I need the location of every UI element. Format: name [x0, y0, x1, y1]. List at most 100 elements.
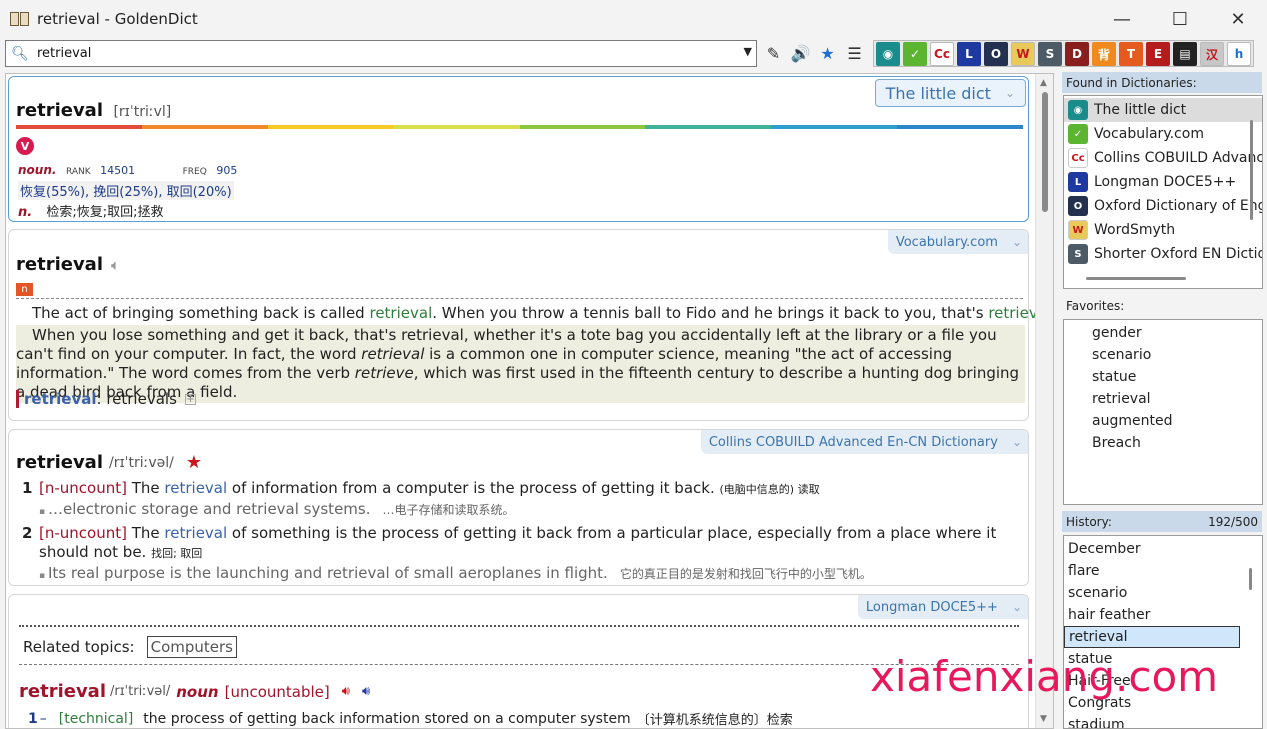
- cn-gloss: 找回; 取回: [151, 547, 203, 560]
- chevron-down-icon: ⌄: [1011, 235, 1022, 249]
- field-label: [technical]: [58, 710, 134, 727]
- favorite-item[interactable]: retrieval: [1064, 388, 1262, 410]
- minimize-button[interactable]: —: [1093, 0, 1151, 38]
- dictionary-icon: ✓: [1068, 124, 1088, 144]
- speaker-uk-icon[interactable]: 🔊︎: [342, 684, 350, 699]
- definition: the process of getting back information …: [143, 710, 631, 727]
- grammar-label: [uncountable]: [224, 682, 330, 701]
- speaker-us-icon[interactable]: 🔊︎: [362, 684, 370, 699]
- dictionary-icon[interactable]: h: [1227, 42, 1251, 66]
- article-scrollbar[interactable]: ▲ ▼: [1035, 74, 1053, 728]
- title-bar: retrieval - GoldenDict — ☐ ✕: [0, 0, 1267, 38]
- found-hscrollbar[interactable]: [1086, 277, 1186, 280]
- found-dictionary-item[interactable]: ✓ Vocabulary.com: [1064, 122, 1262, 146]
- cn-definition: 检索;恢复;取回;拯救: [46, 205, 164, 220]
- history-scrollbar[interactable]: [1249, 568, 1252, 590]
- scroll-down-icon[interactable]: ▼: [1040, 714, 1047, 724]
- chevron-down-icon[interactable]: ▼: [744, 45, 752, 58]
- history-item[interactable]: hair feather: [1064, 604, 1262, 626]
- dictionary-icon[interactable]: ✓: [903, 42, 927, 66]
- list-icon[interactable]: ☰: [843, 42, 866, 65]
- search-input[interactable]: [37, 46, 727, 61]
- speaker-icon[interactable]: 🔈︎: [111, 256, 120, 274]
- example: ▪ …electronic storage and retrieval syst…: [39, 500, 515, 518]
- sense-number: 2: [22, 524, 33, 542]
- phonetic: /rɪˈtriːvəl/: [110, 684, 171, 699]
- scroll-thumb[interactable]: [1042, 92, 1048, 212]
- dict-tag-little[interactable]: The little dict ⌄: [874, 79, 1026, 107]
- headword: retrieval: [19, 681, 106, 702]
- favorite-item[interactable]: augmented: [1064, 410, 1262, 432]
- dict-tag-vocabulary[interactable]: Vocabulary.com ⌄: [887, 230, 1028, 254]
- little-dict-card: The little dict ⌄ retrieval [rɪˈtriːvl] …: [8, 76, 1029, 222]
- dictionary-icon[interactable]: S: [1038, 42, 1062, 66]
- dict-tag-longman[interactable]: Longman DOCE5++ ⌄: [857, 595, 1028, 619]
- found-dictionary-item[interactable]: L Longman DOCE5++: [1064, 170, 1262, 194]
- pos-n-label: n.: [18, 205, 33, 220]
- dictionary-icon[interactable]: D: [1065, 42, 1089, 66]
- dictionary-icon[interactable]: ◉: [876, 42, 900, 66]
- found-scrollbar[interactable]: [1246, 100, 1260, 270]
- dictionary-icon[interactable]: E: [1146, 42, 1170, 66]
- found-title: Found in Dictionaries:: [1062, 72, 1262, 93]
- dictionary-icon[interactable]: T: [1119, 42, 1143, 66]
- favorites-list[interactable]: gender scenario statue retrieval augmented Br…: [1063, 319, 1263, 505]
- history-item[interactable]: December: [1064, 538, 1262, 560]
- found-dictionary-item[interactable]: Cc Collins COBUILD Advanced En-CN Diction…: [1064, 146, 1262, 170]
- history-title: History:: [1066, 514, 1112, 529]
- collins-card: Collins COBUILD Advanced En-CN Dictionar…: [8, 429, 1029, 586]
- window-title: retrieval - GoldenDict: [37, 10, 198, 28]
- phonetic: [rɪˈtriːvl]: [113, 104, 172, 120]
- headword: retrieval: [16, 100, 103, 121]
- close-button[interactable]: ✕: [1209, 0, 1267, 38]
- related-topic-link[interactable]: Computers: [146, 636, 237, 658]
- search-icon: 🔍︎: [11, 45, 29, 62]
- dictionary-name: Vocabulary.com: [1094, 126, 1204, 142]
- dictionary-icon: W: [1068, 220, 1088, 240]
- cn-gloss: (电脑中信息的) 读取: [719, 483, 820, 496]
- rank-label: RANK: [65, 167, 91, 177]
- found-dictionary-item[interactable]: S Shorter Oxford EN Dictionary: [1064, 242, 1262, 266]
- expand-icon[interactable]: +: [184, 393, 196, 405]
- cn-definition: 〔计算机系统信息的〕检索: [636, 713, 793, 728]
- favorite-item[interactable]: statue: [1064, 366, 1262, 388]
- favorite-item[interactable]: gender: [1064, 322, 1262, 344]
- dictionary-icon[interactable]: 汉: [1200, 42, 1224, 66]
- dictionary-icon[interactable]: Cc: [930, 42, 954, 66]
- search-box[interactable]: 🔍︎ ▼: [5, 40, 757, 67]
- speaker-icon[interactable]: 🔊: [789, 42, 812, 65]
- dictionary-icon[interactable]: O: [984, 42, 1008, 66]
- wand-icon[interactable]: ✎: [762, 42, 785, 65]
- maximize-button[interactable]: ☐: [1151, 0, 1209, 38]
- dict-tag-label: Longman DOCE5++: [865, 599, 998, 615]
- history-item[interactable]: flare: [1064, 560, 1262, 582]
- dictionary-name: Shorter Oxford EN Dictionary: [1094, 246, 1262, 262]
- history-item[interactable]: stadium: [1064, 714, 1262, 728]
- freq-label: FREQ: [182, 167, 207, 177]
- sense: 1 [n-uncount] The retrieval of informatio…: [16, 479, 1023, 522]
- dictionary-icon[interactable]: L: [957, 42, 981, 66]
- scroll-up-icon[interactable]: ▲: [1040, 78, 1047, 88]
- found-list[interactable]: ◉ The little dict ✓ Vocabulary.com Cc Collins…: [1063, 95, 1263, 289]
- favorite-item[interactable]: Breach: [1064, 432, 1262, 454]
- dictionary-name: WordSmyth: [1094, 222, 1176, 238]
- divider: [19, 664, 1019, 665]
- history-item[interactable]: scenario: [1064, 582, 1262, 604]
- divider: [16, 298, 1023, 299]
- found-dictionary-item[interactable]: O Oxford Dictionary of English: [1064, 194, 1262, 218]
- star-icon[interactable]: ★: [816, 42, 839, 65]
- pos-label: noun.: [18, 163, 57, 177]
- chevron-down-icon: ⌄: [1004, 86, 1015, 100]
- dictionary-icon: Cc: [1068, 148, 1088, 168]
- sense-list: 1 [n-uncount] The retrieval of informatio…: [16, 479, 1023, 588]
- dictionary-icon[interactable]: W: [1011, 42, 1035, 66]
- dictionary-icon[interactable]: 背: [1092, 42, 1116, 66]
- found-dictionary-item[interactable]: W WordSmyth: [1064, 218, 1262, 242]
- history-count: 192/500: [1208, 514, 1258, 529]
- found-dictionary-item[interactable]: ◉ The little dict: [1064, 98, 1262, 122]
- history-item[interactable]: retrieval: [1064, 626, 1240, 648]
- favorite-item[interactable]: scenario: [1064, 344, 1262, 366]
- grammar-label: [n-uncount]: [39, 524, 127, 542]
- dictionary-icon[interactable]: ▤: [1173, 42, 1197, 66]
- dict-tag-collins[interactable]: Collins COBUILD Advanced En-CN Dictionar…: [700, 430, 1028, 454]
